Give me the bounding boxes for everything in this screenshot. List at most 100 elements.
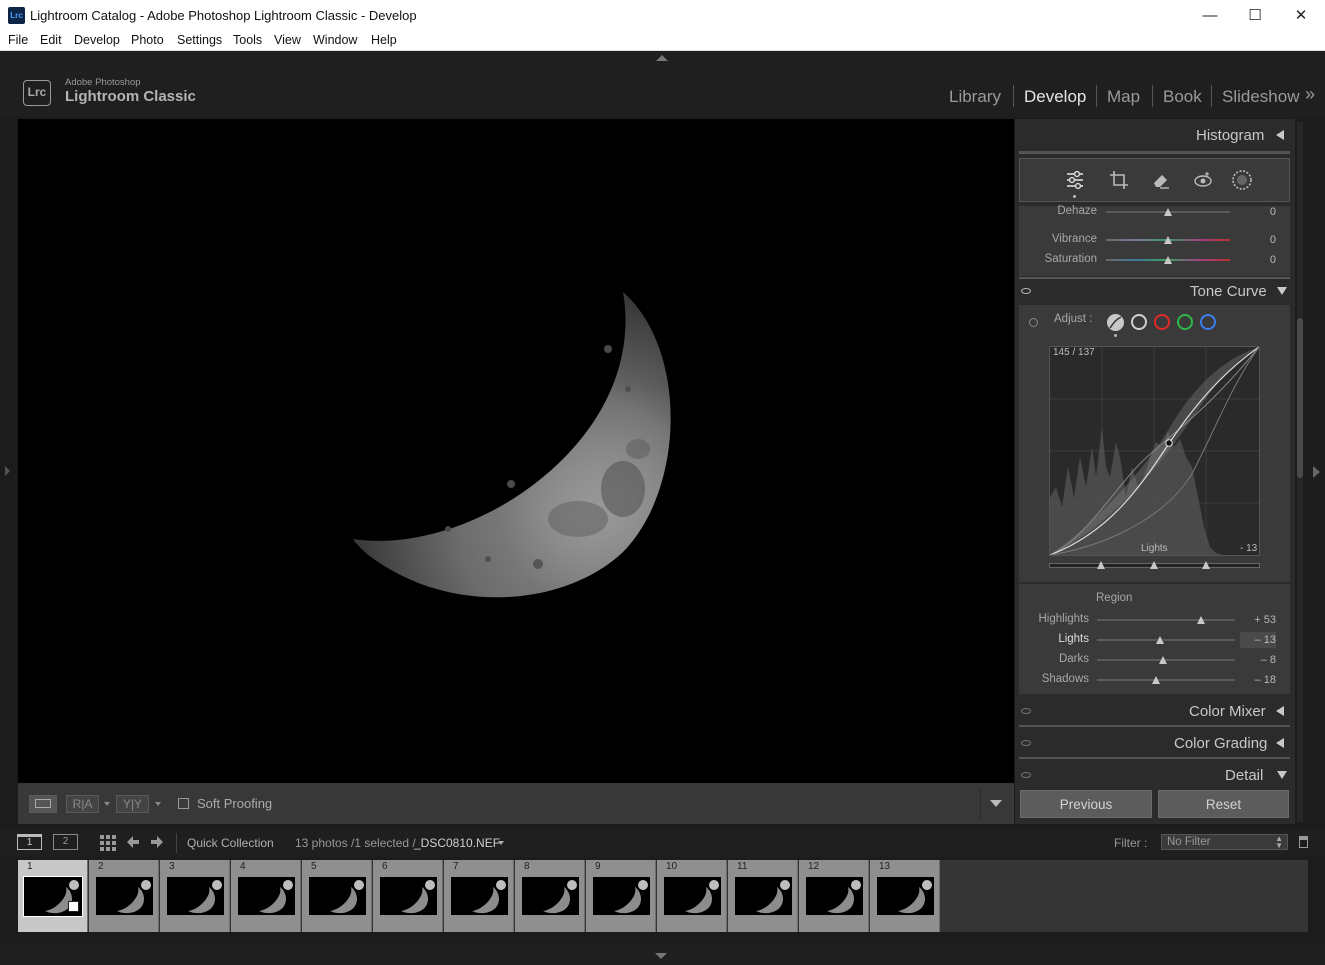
collapse-top-panel-icon[interactable]: [656, 55, 668, 61]
lights-slider-thumb[interactable]: [1156, 636, 1164, 644]
split-point-shadows-handle[interactable]: [1097, 561, 1105, 569]
filmstrip-thumbnail[interactable]: 8: [515, 860, 585, 932]
menu-file[interactable]: File: [8, 33, 28, 47]
filmstrip-thumbnail[interactable]: 7: [444, 860, 514, 932]
menu-edit[interactable]: Edit: [40, 33, 62, 47]
chevron-down-icon[interactable]: [498, 841, 504, 845]
filter-select[interactable]: No Filter ▲ ▼: [1161, 834, 1288, 850]
module-map[interactable]: Map: [1107, 87, 1140, 107]
image-viewer[interactable]: [18, 119, 1014, 783]
darks-slider-thumb[interactable]: [1159, 656, 1167, 664]
split-point-highlights-handle[interactable]: [1202, 561, 1210, 569]
eye-icon[interactable]: [1021, 772, 1031, 778]
chevron-down-icon[interactable]: [104, 802, 110, 806]
tone-curve-collapse-icon[interactable]: [1277, 287, 1287, 295]
filmstrip-thumbnail[interactable]: 11: [728, 860, 798, 932]
shadows-slider[interactable]: [1097, 679, 1235, 681]
shadows-value[interactable]: – 18: [1240, 674, 1276, 686]
eye-icon[interactable]: [1021, 288, 1031, 294]
histogram-collapse-icon[interactable]: [1276, 130, 1284, 140]
filter-lock-icon[interactable]: [1299, 836, 1308, 848]
highlights-slider[interactable]: [1097, 619, 1235, 621]
filmstrip-thumbnail[interactable]: 6: [373, 860, 443, 932]
right-panel-toggle-icon[interactable]: [1313, 466, 1320, 478]
arrow-right-icon[interactable]: [150, 835, 164, 849]
loupe-view-button[interactable]: [29, 795, 57, 813]
module-develop[interactable]: Develop: [1024, 87, 1086, 107]
menu-photo[interactable]: Photo: [131, 33, 164, 47]
filmstrip-thumbnail[interactable]: 4: [231, 860, 301, 932]
previous-button[interactable]: Previous: [1020, 790, 1152, 818]
chevron-down-icon[interactable]: [155, 802, 161, 806]
tone-curve-graph[interactable]: 145 / 137 Lights - 13: [1049, 346, 1260, 556]
toolbar-content-dropdown-icon[interactable]: [990, 800, 1002, 807]
arrow-left-icon[interactable]: [126, 835, 140, 849]
menu-develop[interactable]: Develop: [74, 33, 120, 47]
point-curve-channel-icon[interactable]: [1131, 314, 1147, 330]
panel-scrollbar-thumb[interactable]: [1297, 318, 1303, 478]
grid-icon[interactable]: [100, 835, 116, 851]
filmstrip-thumbnail[interactable]: 10: [657, 860, 727, 932]
filmstrip-thumbnail[interactable]: 5: [302, 860, 372, 932]
highlights-value[interactable]: + 53: [1240, 614, 1276, 626]
menu-window[interactable]: Window: [313, 33, 357, 47]
dehaze-value[interactable]: 0: [1240, 206, 1276, 218]
soft-proofing-checkbox[interactable]: [178, 798, 189, 809]
main-window-button[interactable]: 1: [17, 834, 42, 850]
close-button[interactable]: ✕: [1278, 0, 1324, 31]
detail-header[interactable]: Detail: [1225, 767, 1263, 784]
redeye-icon[interactable]: [1193, 170, 1213, 190]
menu-help[interactable]: Help: [371, 33, 397, 47]
reset-button[interactable]: Reset: [1158, 790, 1289, 818]
source-label[interactable]: Quick Collection: [187, 836, 274, 850]
module-book[interactable]: Book: [1163, 87, 1202, 107]
vibrance-slider-thumb[interactable]: [1164, 236, 1172, 244]
detail-collapse-icon[interactable]: [1277, 771, 1287, 779]
more-modules-icon[interactable]: »: [1305, 84, 1315, 105]
filename-label[interactable]: _DSC0810.NEF: [414, 836, 500, 850]
secondary-window-button[interactable]: 2: [53, 834, 78, 850]
color-grading-expand-icon[interactable]: [1276, 738, 1284, 748]
target-adjust-icon[interactable]: [1029, 318, 1038, 327]
maximize-button[interactable]: ☐: [1232, 0, 1278, 31]
sliders-icon[interactable]: [1065, 170, 1085, 190]
eye-icon[interactable]: [1021, 740, 1031, 746]
darks-value[interactable]: – 8: [1240, 654, 1276, 666]
module-library[interactable]: Library: [949, 87, 1001, 107]
crop-icon[interactable]: [1109, 170, 1129, 190]
lights-value[interactable]: – 13: [1240, 632, 1276, 648]
green-channel-icon[interactable]: [1177, 314, 1193, 330]
lights-slider[interactable]: [1097, 639, 1235, 641]
saturation-slider-thumb[interactable]: [1164, 256, 1172, 264]
red-channel-icon[interactable]: [1154, 314, 1170, 330]
collapse-filmstrip-icon[interactable]: [655, 953, 667, 959]
eye-icon[interactable]: [1021, 708, 1031, 714]
color-mixer-header[interactable]: Color Mixer: [1189, 703, 1266, 720]
filmstrip-thumbnail[interactable]: 12: [799, 860, 869, 932]
saturation-value[interactable]: 0: [1240, 254, 1276, 266]
parametric-curve-channel-icon[interactable]: [1107, 314, 1124, 331]
highlights-slider-thumb[interactable]: [1197, 616, 1205, 624]
filmstrip-thumbnail[interactable]: 1: [18, 860, 88, 932]
menu-view[interactable]: View: [274, 33, 301, 47]
masking-icon[interactable]: [1231, 169, 1253, 191]
left-panel-toggle-icon[interactable]: [5, 466, 10, 476]
eraser-icon[interactable]: [1151, 170, 1171, 190]
before-after-ra-button[interactable]: R|A: [66, 795, 99, 813]
filmstrip-thumbnail[interactable]: 2: [89, 860, 159, 932]
color-grading-header[interactable]: Color Grading: [1174, 735, 1267, 752]
dehaze-slider-thumb[interactable]: [1164, 208, 1172, 216]
shadows-slider-thumb[interactable]: [1152, 676, 1160, 684]
vibrance-value[interactable]: 0: [1240, 234, 1276, 246]
tone-curve-header[interactable]: Tone Curve: [1190, 283, 1267, 300]
module-slideshow[interactable]: Slideshow: [1222, 87, 1300, 107]
filmstrip-thumbnail[interactable]: 13: [870, 860, 940, 932]
before-after-yy-button[interactable]: Y|Y: [116, 795, 149, 813]
color-mixer-expand-icon[interactable]: [1276, 706, 1284, 716]
menu-settings[interactable]: Settings: [177, 33, 222, 47]
histogram-header[interactable]: Histogram: [1196, 127, 1264, 144]
filmstrip-thumbnail[interactable]: 3: [160, 860, 230, 932]
filmstrip-thumbnail[interactable]: 9: [586, 860, 656, 932]
blue-channel-icon[interactable]: [1200, 314, 1216, 330]
menu-tools[interactable]: Tools: [233, 33, 262, 47]
